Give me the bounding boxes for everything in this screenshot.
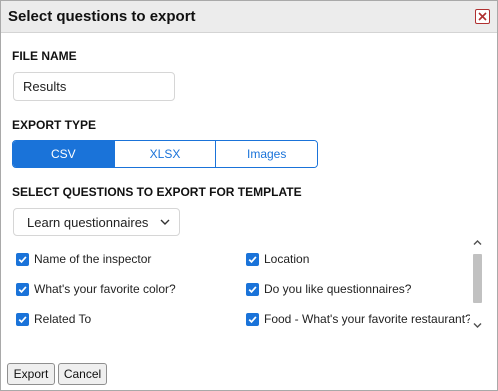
questions-section-label: SELECT QUESTIONS TO EXPORT FOR TEMPLATE [12, 185, 302, 199]
check-icon [248, 255, 257, 263]
question-label: Related To [34, 312, 92, 326]
questions-scrollbar[interactable] [470, 236, 485, 336]
scrollbar-thumb[interactable] [473, 254, 482, 303]
export-type-xlsx-button[interactable]: XLSX [114, 141, 217, 167]
chevron-up-icon[interactable] [473, 239, 482, 246]
checkbox[interactable] [246, 312, 259, 326]
checkbox[interactable] [246, 282, 259, 296]
export-type-csv-button[interactable]: CSV [13, 141, 115, 167]
question-label: Food - What's your favorite restaurant? [264, 312, 472, 326]
template-select[interactable]: Learn questionnaires [13, 208, 180, 236]
export-dialog: Select questions to export FILE NAME EXP… [0, 0, 498, 391]
checkbox[interactable] [16, 312, 29, 326]
question-item[interactable]: Food - What's your favorite restaurant? [246, 310, 472, 328]
dialog-title: Select questions to export [8, 8, 196, 25]
question-item[interactable]: What's your favorite color? [16, 280, 176, 298]
export-type-label: EXPORT TYPE [12, 118, 97, 132]
close-button[interactable] [475, 9, 490, 24]
checkbox[interactable] [16, 252, 29, 266]
question-item[interactable]: Related To [16, 310, 91, 328]
file-name-input[interactable] [13, 72, 175, 101]
export-type-toggle: CSV XLSX Images [12, 140, 318, 168]
check-icon [248, 285, 257, 293]
cancel-button[interactable]: Cancel [58, 363, 107, 385]
check-icon [18, 285, 27, 293]
close-icon [478, 12, 487, 21]
chevron-down-icon[interactable] [473, 322, 482, 329]
title-bar: Select questions to export [1, 1, 497, 33]
check-icon [18, 315, 27, 323]
export-button[interactable]: Export [7, 363, 55, 385]
check-icon [18, 255, 27, 263]
question-label: Do you like questionnaires? [264, 282, 412, 296]
question-label: Location [264, 252, 310, 266]
question-label: What's your favorite color? [34, 282, 176, 296]
checkbox[interactable] [246, 252, 259, 266]
question-item[interactable]: Do you like questionnaires? [246, 280, 411, 298]
questions-list: Name of the inspector Location What's yo… [11, 236, 487, 336]
question-label: Name of the inspector [34, 252, 152, 266]
export-type-images-button[interactable]: Images [216, 141, 317, 167]
file-name-label: FILE NAME [12, 49, 77, 63]
question-item[interactable]: Name of the inspector [16, 250, 151, 268]
chevron-down-icon [160, 219, 170, 225]
question-item[interactable]: Location [246, 250, 309, 268]
checkbox[interactable] [16, 282, 29, 296]
template-select-value: Learn questionnaires [27, 214, 149, 230]
check-icon [248, 315, 257, 323]
